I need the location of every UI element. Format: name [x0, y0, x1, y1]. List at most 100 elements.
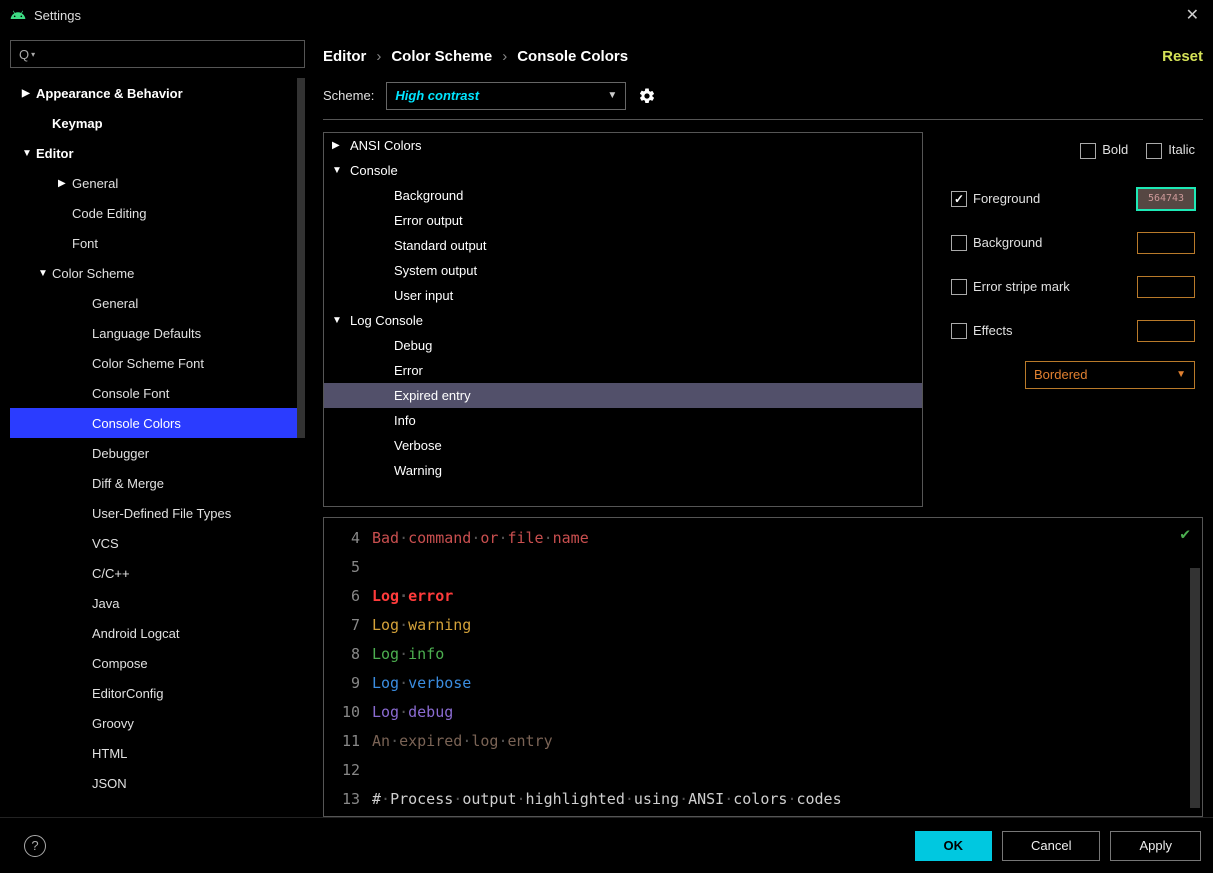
sidebar-item-label: Editor [36, 146, 74, 161]
scheme-value: High contrast [395, 88, 479, 103]
sidebar-item[interactable]: Console Colors [10, 408, 305, 438]
foreground-checkbox[interactable]: ✓ [951, 191, 967, 207]
stripe-label: Error stripe mark [973, 279, 1137, 294]
sidebar-item-label: Android Logcat [92, 626, 179, 641]
close-icon[interactable]: ✕ [1182, 1, 1203, 29]
sidebar-item[interactable]: Language Defaults [10, 318, 305, 348]
attr-item-label: Console [350, 163, 398, 178]
stripe-checkbox[interactable] [951, 279, 967, 295]
chevron-down-icon: ▼ [22, 148, 36, 159]
code-line: Log·warning [372, 611, 1202, 640]
breadcrumb: Editor › Color Scheme › Console Colors R… [323, 40, 1203, 72]
attr-item[interactable]: Standard output [324, 233, 922, 258]
attr-item[interactable]: Verbose [324, 433, 922, 458]
attr-item-label: User input [394, 288, 453, 303]
sidebar-item-label: Keymap [52, 116, 103, 131]
sidebar-item-label: HTML [92, 746, 127, 761]
attr-item[interactable]: ▼Console [324, 158, 922, 183]
apply-button[interactable]: Apply [1110, 831, 1201, 861]
attr-item[interactable]: System output [324, 258, 922, 283]
bold-checkbox[interactable]: Bold [1080, 142, 1128, 159]
sidebar-item[interactable]: ▶General [10, 168, 305, 198]
background-swatch[interactable] [1137, 232, 1195, 254]
attr-item-label: System output [394, 263, 477, 278]
gear-icon[interactable] [638, 87, 656, 105]
sidebar-item[interactable]: ▼Color Scheme [10, 258, 305, 288]
code-line: An·expired·log·entry [372, 727, 1202, 756]
scrollbar[interactable] [297, 78, 305, 438]
sidebar-item[interactable]: Code Editing [10, 198, 305, 228]
chevron-right-icon: › [502, 48, 507, 65]
attr-item-label: Debug [394, 338, 432, 353]
cancel-button[interactable]: Cancel [1002, 831, 1100, 861]
italic-checkbox[interactable]: Italic [1146, 142, 1195, 159]
preview-editor[interactable]: ✔ 45678910111213 Bad·command·or·file·nam… [323, 517, 1203, 817]
sidebar-item[interactable]: HTML [10, 738, 305, 768]
sidebar-item-label: Console Font [92, 386, 169, 401]
foreground-label: Foreground [973, 191, 1137, 206]
attr-item-label: Standard output [394, 238, 487, 253]
scheme-select[interactable]: High contrast ▼ [386, 82, 626, 110]
help-button[interactable]: ? [24, 835, 46, 857]
sidebar-item-label: JSON [92, 776, 127, 791]
sidebar-item[interactable]: VCS [10, 528, 305, 558]
effects-select-value: Bordered [1034, 367, 1087, 382]
attr-item[interactable]: Error [324, 358, 922, 383]
scrollbar[interactable] [1190, 568, 1200, 808]
attr-item-label: ANSI Colors [350, 138, 422, 153]
crumb-1[interactable]: Color Scheme [391, 48, 492, 65]
sidebar-item[interactable]: Android Logcat [10, 618, 305, 648]
effects-checkbox[interactable] [951, 323, 967, 339]
code-line: #·Process·output·highlighted·using·ANSI·… [372, 785, 1202, 814]
android-icon [10, 7, 26, 23]
attr-item[interactable]: ▶ANSI Colors [324, 133, 922, 158]
code-line: Log·error [372, 582, 1202, 611]
sidebar-item[interactable]: Groovy [10, 708, 305, 738]
effects-select[interactable]: Bordered ▼ [1025, 361, 1195, 389]
sidebar-item-label: Color Scheme [52, 266, 134, 281]
background-checkbox[interactable] [951, 235, 967, 251]
ok-button[interactable]: OK [915, 831, 993, 861]
scheme-label: Scheme: [323, 88, 374, 103]
attr-item[interactable]: User input [324, 283, 922, 308]
reset-button[interactable]: Reset [1162, 48, 1203, 65]
attr-item[interactable]: Error output [324, 208, 922, 233]
sidebar-item-label: Groovy [92, 716, 134, 731]
line-number: 6 [324, 582, 360, 611]
sidebar-item[interactable]: Color Scheme Font [10, 348, 305, 378]
line-number: 10 [324, 698, 360, 727]
sidebar-item-label: Debugger [92, 446, 149, 461]
settings-tree: ▶Appearance & BehaviorKeymap▼Editor▶Gene… [10, 78, 305, 817]
sidebar-item[interactable]: Console Font [10, 378, 305, 408]
sidebar-item[interactable]: Java [10, 588, 305, 618]
foreground-swatch[interactable]: 564743 [1137, 188, 1195, 210]
sidebar-item[interactable]: C/C++ [10, 558, 305, 588]
attr-item[interactable]: Warning [324, 458, 922, 483]
attr-item-label: Error output [394, 213, 463, 228]
stripe-swatch[interactable] [1137, 276, 1195, 298]
line-number: 8 [324, 640, 360, 669]
background-label: Background [973, 235, 1137, 250]
sidebar-item[interactable]: Diff & Merge [10, 468, 305, 498]
attr-item[interactable]: ▼Log Console [324, 308, 922, 333]
effects-swatch[interactable] [1137, 320, 1195, 342]
sidebar-item[interactable]: Font [10, 228, 305, 258]
sidebar-item[interactable]: General [10, 288, 305, 318]
attr-item[interactable]: Info [324, 408, 922, 433]
sidebar-item[interactable]: Compose [10, 648, 305, 678]
search-input[interactable]: Q▾ [10, 40, 305, 68]
sidebar-item-label: VCS [92, 536, 119, 551]
sidebar-item[interactable]: User-Defined File Types [10, 498, 305, 528]
code-line: Log·verbose [372, 669, 1202, 698]
sidebar-item[interactable]: Debugger [10, 438, 305, 468]
sidebar-item[interactable]: ▼Editor [10, 138, 305, 168]
sidebar-item[interactable]: Keymap [10, 108, 305, 138]
attr-item[interactable]: Background [324, 183, 922, 208]
attr-item[interactable]: Debug [324, 333, 922, 358]
sidebar-item[interactable]: JSON [10, 768, 305, 798]
crumb-0[interactable]: Editor [323, 48, 366, 65]
sidebar-item[interactable]: ▶Appearance & Behavior [10, 78, 305, 108]
attr-item[interactable]: Expired entry [324, 383, 922, 408]
sidebar-item-label: General [92, 296, 138, 311]
sidebar-item[interactable]: EditorConfig [10, 678, 305, 708]
